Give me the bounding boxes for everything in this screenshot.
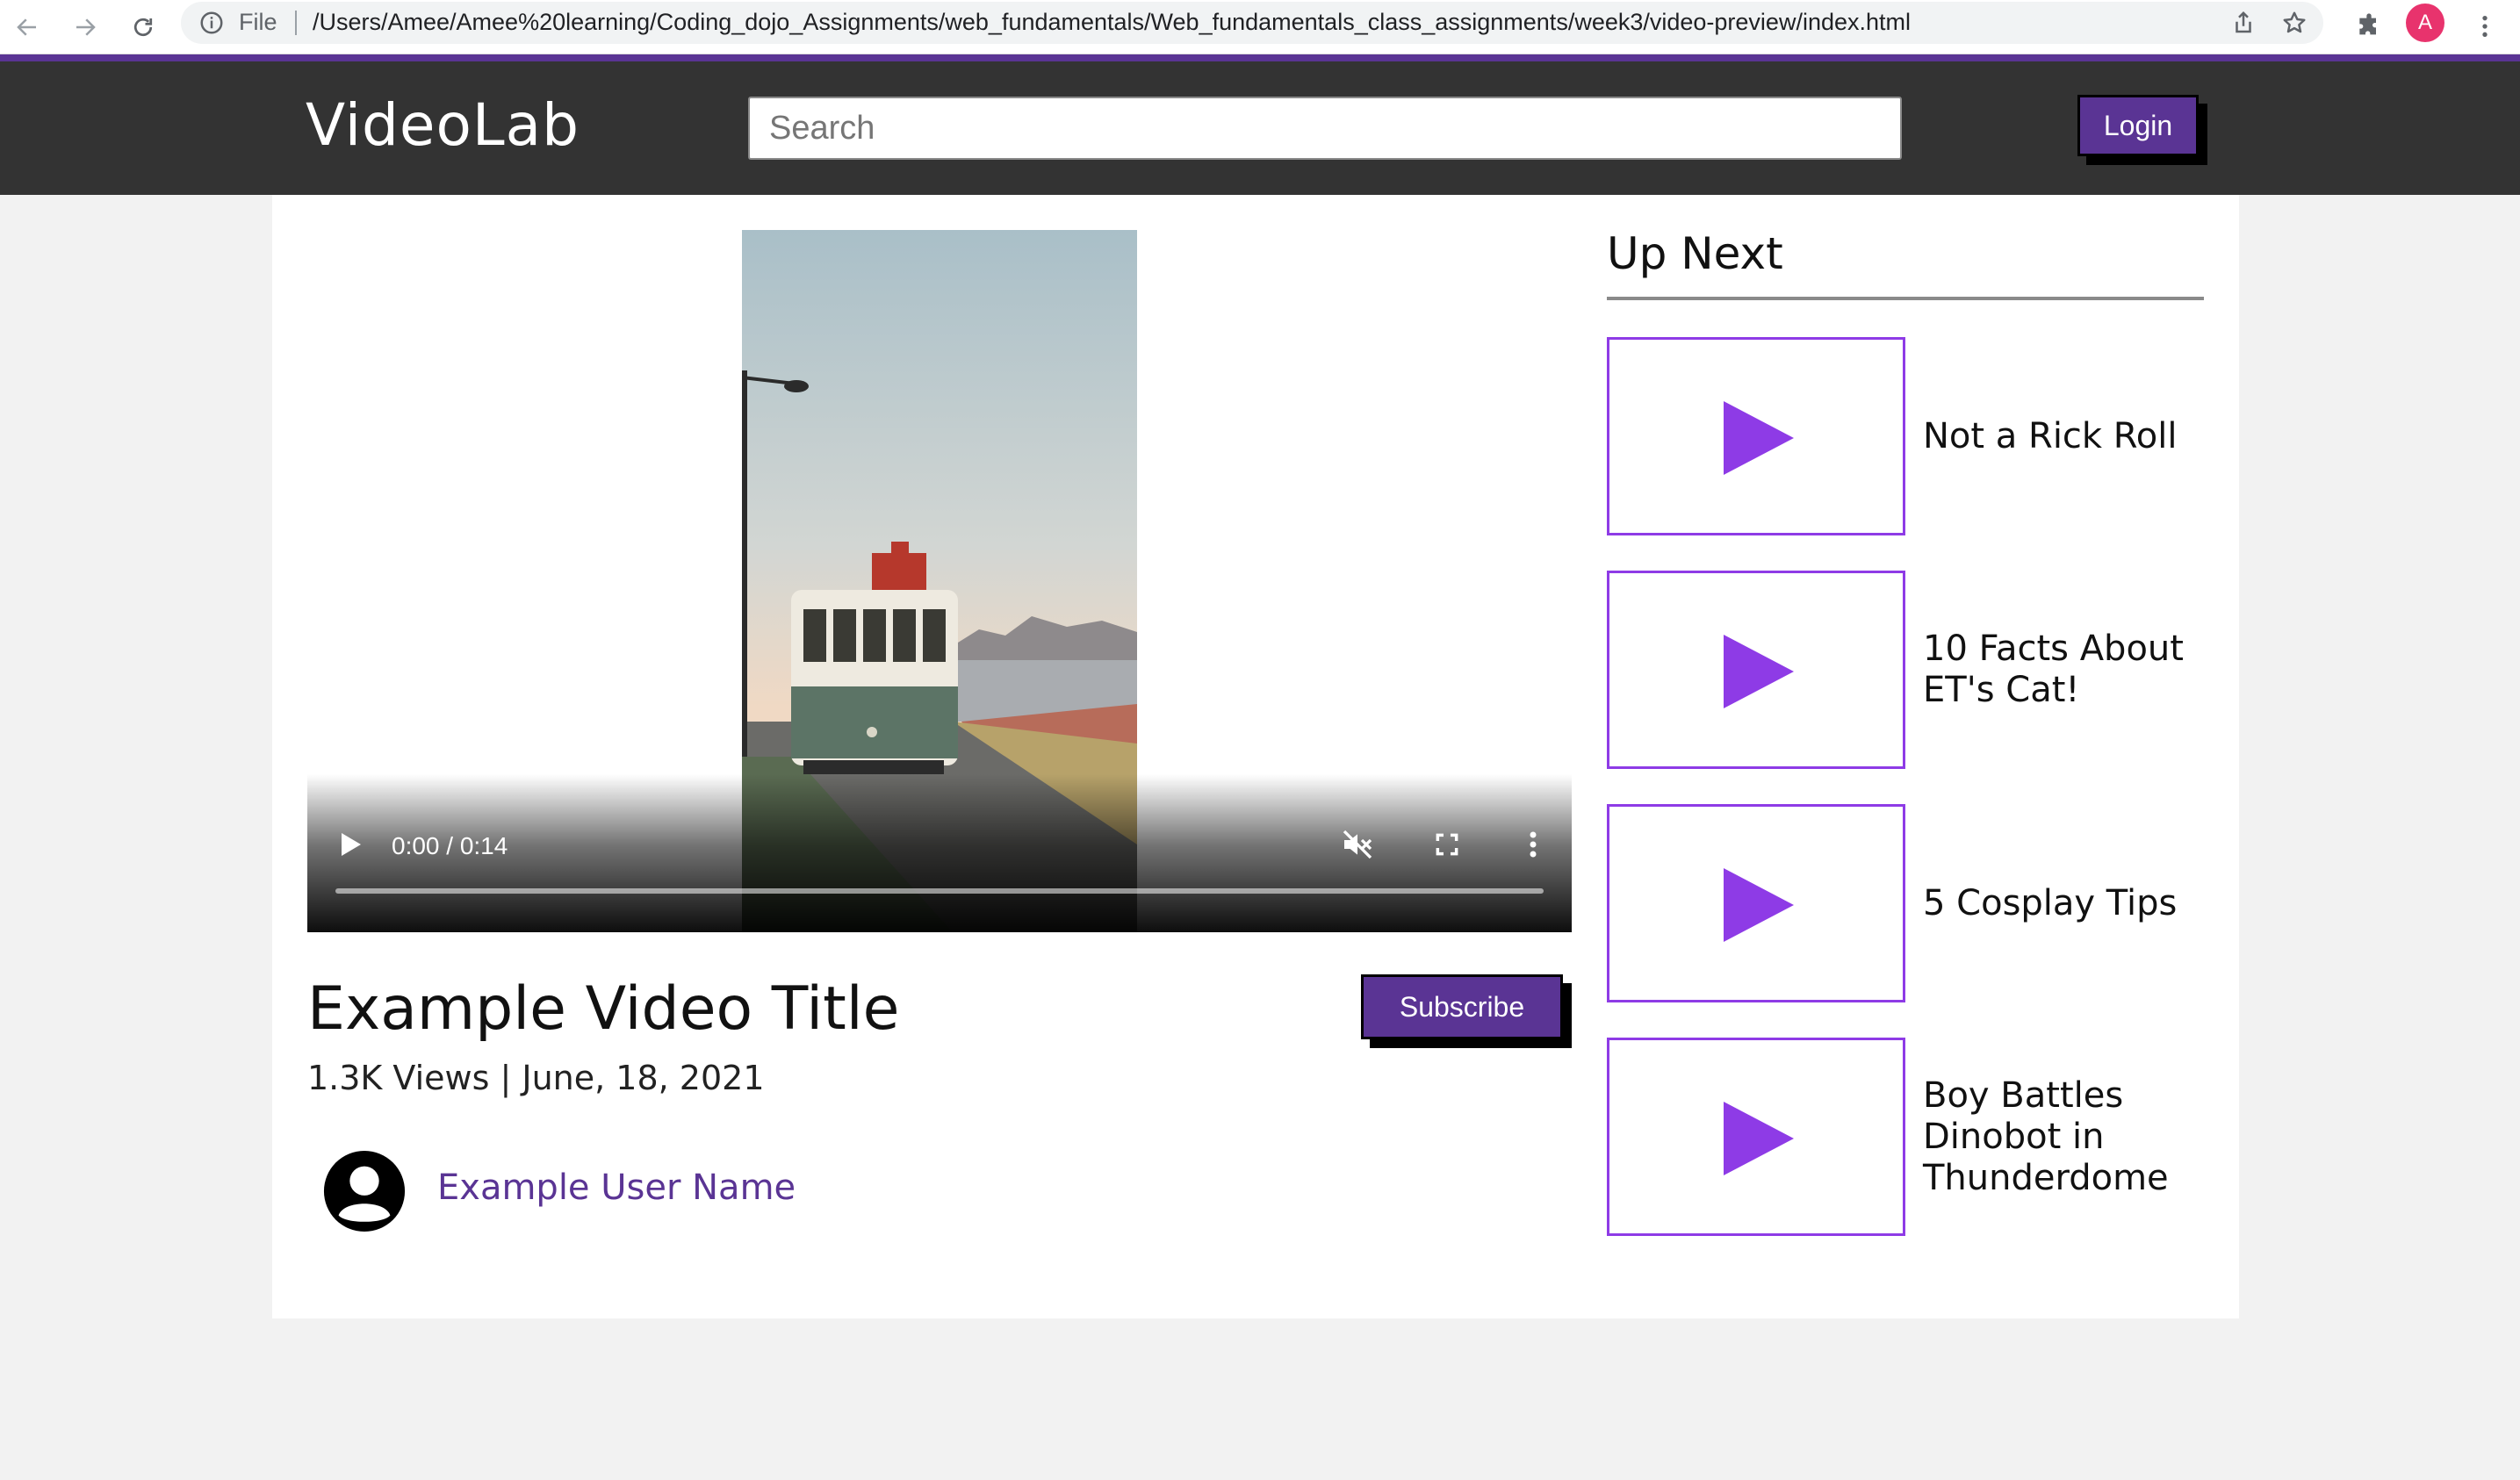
forward-arrow-icon — [76, 18, 96, 36]
bookmark-star-icon[interactable] — [2281, 10, 2308, 36]
up-next-title[interactable]: Boy Battles Dinobot in Thunderdome — [1923, 1038, 2204, 1236]
play-icon — [1724, 401, 1794, 475]
up-next-thumbnail[interactable] — [1607, 804, 1905, 1002]
progress-bar[interactable] — [335, 888, 1544, 894]
back-arrow-icon — [17, 18, 36, 36]
forward-button[interactable] — [65, 7, 105, 47]
back-button[interactable] — [7, 7, 47, 47]
extensions-button[interactable] — [2351, 9, 2387, 44]
play-button[interactable] — [334, 827, 369, 862]
login-button[interactable]: Login — [2077, 95, 2199, 156]
login-button-wrapper: Login — [2077, 95, 2207, 165]
site-header: VideoLab Login — [0, 61, 2520, 195]
share-icon[interactable] — [2230, 10, 2257, 36]
up-next-title[interactable]: 10 Facts About ET's Cat! — [1923, 571, 2204, 769]
time-display: 0:00 / 0:14 — [392, 832, 508, 859]
up-next-title[interactable]: Not a Rick Roll — [1923, 337, 2204, 535]
up-next-divider — [1607, 297, 2204, 300]
reload-button[interactable] — [123, 7, 163, 47]
url-separator — [295, 11, 297, 35]
play-icon — [1724, 868, 1794, 942]
search-input[interactable] — [748, 97, 1902, 160]
puzzle-icon — [2359, 13, 2376, 35]
up-next-item[interactable]: 5 Cosplay Tips — [1607, 804, 2204, 1002]
browser-toolbar: File /Users/Amee/Amee%20learning/Coding_… — [0, 0, 2520, 54]
url-text[interactable]: /Users/Amee/Amee%20learning/Coding_dojo_… — [313, 9, 1911, 36]
address-bar[interactable]: File /Users/Amee/Amee%20learning/Coding_… — [181, 2, 2323, 44]
up-next-thumbnail[interactable] — [1607, 571, 1905, 769]
video-meta: 1.3K Views | June, 18, 2021 — [307, 1059, 765, 1097]
mute-button[interactable] — [1338, 825, 1377, 864]
user-avatar-icon[interactable] — [321, 1148, 407, 1234]
reload-icon — [133, 18, 153, 37]
profile-avatar[interactable]: A — [2406, 4, 2444, 42]
video-player[interactable]: 0:00 / 0:14 — [307, 230, 1572, 932]
kebab-menu-icon — [2482, 16, 2488, 37]
play-icon — [1724, 1102, 1794, 1175]
up-next-item[interactable]: Not a Rick Roll — [1607, 337, 2204, 535]
up-next-thumbnail[interactable] — [1607, 1038, 1905, 1236]
url-scheme-label: File — [239, 9, 277, 35]
kebab-menu-icon — [1530, 831, 1537, 858]
site-logo[interactable]: VideoLab — [306, 91, 580, 159]
accent-strip — [0, 54, 2520, 61]
user-name-link[interactable]: Example User Name — [437, 1167, 796, 1208]
info-icon[interactable] — [198, 10, 225, 36]
video-title: Example Video Title — [307, 974, 900, 1044]
up-next-thumbnail[interactable] — [1607, 337, 1905, 535]
up-next-item[interactable]: Boy Battles Dinobot in Thunderdome — [1607, 1038, 2204, 1236]
up-next-item[interactable]: 10 Facts About ET's Cat! — [1607, 571, 2204, 769]
subscribe-button-wrapper: Subscribe — [1361, 974, 1572, 1048]
browser-menu-button[interactable] — [2467, 9, 2502, 44]
play-icon — [342, 833, 361, 856]
up-next-title[interactable]: 5 Cosplay Tips — [1923, 804, 2204, 1002]
fullscreen-button[interactable] — [1429, 827, 1465, 862]
up-next-heading: Up Next — [1607, 228, 1783, 279]
muted-speaker-icon — [1343, 830, 1372, 859]
subscribe-button[interactable]: Subscribe — [1361, 974, 1563, 1039]
fullscreen-icon — [1436, 833, 1458, 856]
more-options-button[interactable] — [1516, 827, 1551, 862]
main-content: 0:00 / 0:14 Example Video Title 1.3K Vie… — [272, 195, 2239, 1318]
play-icon — [1724, 635, 1794, 708]
